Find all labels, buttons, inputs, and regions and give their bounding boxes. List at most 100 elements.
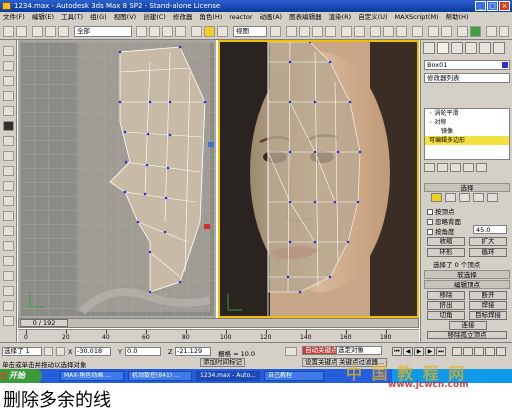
select-object-icon[interactable] [136,26,147,37]
time-slider[interactable]: 0 / 192 [20,319,68,327]
by-angle-checkbox[interactable]: 按角度 [427,226,455,236]
hierarchy-tab-icon[interactable] [451,42,463,54]
viewport-left[interactable] [18,40,216,318]
modifier-list-dropdown[interactable]: 修改器列表 [424,73,510,83]
add-time-tag-button[interactable]: 添加时间标记 [200,358,245,367]
next-frame-icon[interactable]: ▶ [425,347,435,356]
tool-icon-15[interactable] [3,256,14,266]
key-filter-target-dropdown[interactable]: 选定对象 [336,346,382,355]
teapot-icon[interactable] [486,26,497,37]
object-name-field[interactable]: Box01 [424,60,510,70]
taskbar-item[interactable]: MAX-角色动画 ... [60,371,124,381]
modify-tab-icon[interactable] [437,42,449,54]
loop-button[interactable]: 循环 [469,248,507,257]
configure-sets-icon[interactable] [476,163,487,172]
angle-snap-icon[interactable] [299,26,310,37]
selection-rollout-header[interactable]: 选择 [424,183,510,192]
select-scale-icon[interactable] [217,26,228,37]
go-to-start-icon[interactable]: ⏮ [392,347,402,356]
ignore-backfacing-checkbox[interactable]: 忽略背面 [427,216,461,226]
vertex-mode-icon[interactable] [431,193,442,202]
track-bar[interactable]: 0 20 40 60 80 100 120 140 160 180 [18,329,419,342]
menu-maxscript[interactable]: MAXScript(M) [395,12,439,23]
motion-tab-icon[interactable] [465,42,477,54]
display-tab-icon[interactable] [479,42,491,54]
snap-icon[interactable] [286,26,297,37]
mirror-icon[interactable] [341,26,352,37]
utilities-tab-icon[interactable] [493,42,505,54]
material-editor-icon[interactable] [412,26,423,37]
spinner-snap-icon[interactable] [325,26,336,37]
lock-selection-icon[interactable] [44,347,53,356]
curve-editor-icon[interactable] [383,26,394,37]
menu-customize[interactable]: 自定义(U) [358,12,387,23]
taskbar-item[interactable]: 1234.max - Auto... [196,371,260,381]
pan-view-icon[interactable] [452,347,462,356]
tool-icon-1[interactable] [3,46,14,56]
play-icon[interactable]: ▶ [414,347,424,356]
break-button[interactable]: 断开 [469,291,507,300]
stack-item-turbosmooth[interactable]: ◦ 涡轮平滑 [425,109,509,118]
remove-isolated-button[interactable]: 移除孤立顶点 [427,331,507,339]
tool-icon-10[interactable] [3,181,14,191]
tool-icon-18[interactable] [3,301,14,311]
menu-views[interactable]: 视图(V) [114,12,137,23]
menu-edit[interactable]: 编辑(E) [32,12,54,23]
stack-item-mirror[interactable]: 镜像 [425,127,509,136]
auto-key-button[interactable]: 自动关键点 [302,346,341,355]
y-coordinate-field[interactable]: 0.0 [125,347,161,356]
tool-icon-9[interactable] [3,166,14,176]
align-icon[interactable] [354,26,365,37]
border-mode-icon[interactable] [459,193,470,202]
taskbar-item[interactable]: 机动数控(841) ... [128,371,192,381]
render-scene-icon[interactable] [428,26,439,37]
absolute-mode-icon[interactable] [56,347,65,356]
viewport-front[interactable] [218,40,419,318]
chamfer-button[interactable]: 切角 [427,311,465,320]
stack-item-symmetry[interactable]: ◦ 对称 [425,118,509,127]
menu-group[interactable]: 组(G) [90,12,107,23]
ring-button[interactable]: 环形 [427,248,465,257]
pin-stack-icon[interactable] [424,163,435,172]
tool-icon-3[interactable] [3,76,14,86]
make-unique-icon[interactable] [450,163,461,172]
weld-button[interactable]: 焊接 [469,301,507,310]
tool-icon-12[interactable] [3,211,14,221]
layer-manager-icon[interactable] [370,26,381,37]
tool-icon-11[interactable] [3,196,14,206]
object-color-swatch[interactable] [502,62,508,68]
render-last-icon[interactable] [470,26,481,37]
render-type-icon[interactable] [457,26,468,37]
schematic-view-icon[interactable] [396,26,407,37]
reference-coord-dropdown[interactable]: 视图 [233,26,267,37]
select-rotate-icon[interactable] [204,26,215,37]
edit-vertices-rollout-header[interactable]: 编辑顶点 [424,280,510,289]
window-crossing-icon[interactable] [175,26,186,37]
taskbar-item[interactable]: 自己教程 [264,371,324,381]
redo-icon[interactable] [16,26,27,37]
unlink-icon[interactable] [45,26,56,37]
more-icon[interactable] [499,26,509,37]
show-end-result-icon[interactable] [437,163,448,172]
x-coordinate-field[interactable]: -30.018 [75,347,111,356]
tool-icon-19[interactable] [3,316,14,326]
tool-icon-14[interactable] [3,241,14,251]
percent-snap-icon[interactable] [312,26,323,37]
tool-icon-4[interactable] [3,91,14,101]
undo-icon[interactable] [3,26,14,37]
connect-button[interactable]: 连接 [449,321,487,330]
z-coordinate-field[interactable]: -21.129 [175,347,211,356]
modifier-stack[interactable]: ◦ 涡轮平滑 ◦ 对称 镜像 可编辑多边形 [424,108,510,160]
tool-icon-17[interactable] [3,286,14,296]
by-vertex-checkbox[interactable]: 按顶点 [427,206,455,216]
rect-selection-icon[interactable] [162,26,173,37]
target-weld-button[interactable]: 目标焊接 [469,311,507,320]
maximize-button[interactable]: □ [487,1,498,11]
zoom-all-icon[interactable] [474,347,484,356]
menu-file[interactable]: 文件(F) [3,12,25,23]
extrude-button[interactable]: 挤出 [427,301,465,310]
zoom-view-icon[interactable] [463,347,473,356]
bind-spacewarp-icon[interactable] [58,26,69,37]
previous-frame-icon[interactable]: ◀ [403,347,413,356]
menu-tools[interactable]: 工具(T) [61,12,83,23]
